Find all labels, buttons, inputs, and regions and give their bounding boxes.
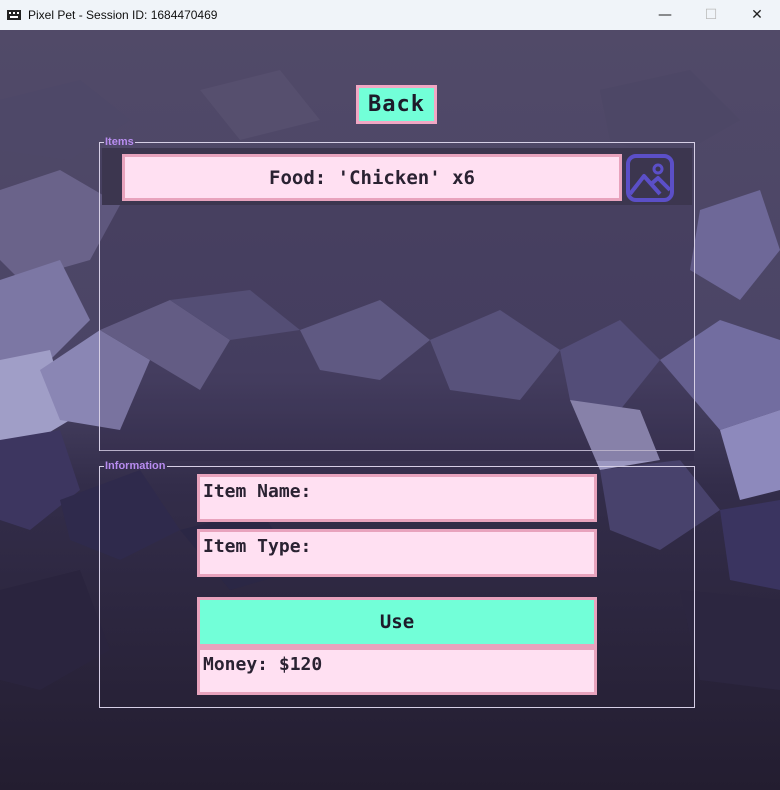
item-row[interactable]: Food: 'Chicken' x6 xyxy=(102,148,692,205)
item-name-field: Item Name: xyxy=(197,474,597,522)
app-icon xyxy=(7,10,21,20)
back-button[interactable]: Back xyxy=(356,85,437,124)
window-title: Pixel Pet - Session ID: 1684470469 xyxy=(28,8,218,22)
items-panel: Items Food: 'Chicken' x6 xyxy=(99,136,695,461)
close-button[interactable]: ✕ xyxy=(734,0,780,30)
app-client-area: Back Items Food: 'Chicken' x6 Informatio… xyxy=(0,30,780,790)
title-bar[interactable]: Pixel Pet - Session ID: 1684470469 — ☐ ✕ xyxy=(0,0,780,30)
image-placeholder-icon xyxy=(626,154,674,202)
item-type-field: Item Type: xyxy=(197,529,597,577)
use-button[interactable]: Use xyxy=(197,597,597,647)
money-display: Money: $120 xyxy=(197,647,597,695)
item-button[interactable]: Food: 'Chicken' x6 xyxy=(122,154,622,201)
minimize-button[interactable]: — xyxy=(642,0,688,30)
items-legend: Items xyxy=(105,136,134,148)
information-legend: Information xyxy=(105,460,166,472)
maximize-button[interactable]: ☐ xyxy=(688,0,734,30)
information-panel: Information Item Name: Item Type: Use Mo… xyxy=(99,460,695,708)
